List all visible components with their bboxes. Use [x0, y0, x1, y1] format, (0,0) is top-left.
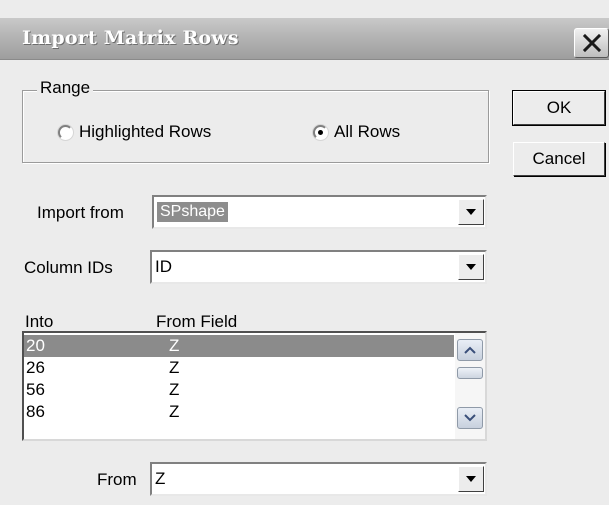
title-bar: Import Matrix Rows — [0, 18, 609, 60]
into-column-header: Into — [25, 312, 54, 331]
import-from-value: SPshape — [157, 202, 228, 222]
column-ids-combo[interactable]: ID — [150, 250, 487, 284]
import-from-dropdown-button[interactable] — [458, 199, 484, 225]
from-combo[interactable]: Z — [150, 462, 487, 496]
into-cell: 86 — [26, 402, 45, 421]
list-item[interactable]: 56 Z — [24, 379, 454, 401]
radio-indicator — [58, 124, 73, 140]
cancel-button[interactable]: Cancel — [513, 142, 605, 176]
radio-all-rows[interactable]: All Rows — [313, 122, 400, 142]
into-cell: 26 — [26, 358, 45, 377]
chevron-down-icon — [465, 470, 477, 488]
radio-label: Highlighted Rows — [79, 122, 212, 141]
from-cell: Z — [169, 380, 180, 399]
radio-label: All Rows — [334, 122, 401, 141]
radio-indicator — [313, 124, 328, 140]
scroll-thumb[interactable] — [457, 367, 483, 379]
scroll-down-button[interactable] — [457, 407, 483, 429]
from-cell: Z — [169, 358, 180, 377]
list-item[interactable]: 86 Z — [24, 401, 454, 423]
from-cell: Z — [169, 402, 180, 421]
chevron-down-icon — [465, 258, 477, 276]
column-ids-label: Column IDs — [24, 258, 113, 277]
dialog-title: Import Matrix Rows — [22, 27, 239, 49]
from-cell: Z — [169, 336, 180, 355]
scroll-down-icon — [464, 409, 476, 427]
close-icon — [582, 33, 602, 53]
scroll-up-icon — [464, 341, 476, 359]
from-field-column-header: From Field — [156, 312, 238, 331]
range-legend: Range — [37, 78, 94, 98]
ok-button[interactable]: OK — [512, 90, 606, 126]
import-matrix-rows-dialog: Import Matrix Rows Range Highlighted Row… — [0, 0, 609, 505]
from-dropdown-button[interactable] — [458, 466, 484, 492]
import-from-combo[interactable]: SPshape — [152, 195, 487, 229]
list-item[interactable]: 20 Z — [24, 335, 454, 357]
from-label: From — [97, 470, 137, 489]
column-ids-dropdown-button[interactable] — [458, 254, 484, 280]
column-ids-value: ID — [155, 257, 172, 276]
list-scrollbar[interactable] — [455, 333, 485, 439]
matrix-rows-list[interactable]: 20 Z 26 Z 56 Z 86 Z — [22, 331, 487, 441]
scroll-up-button[interactable] — [457, 339, 483, 361]
list-item[interactable]: 26 Z — [24, 357, 454, 379]
close-button[interactable] — [574, 28, 609, 58]
from-value: Z — [155, 469, 166, 488]
import-from-label: Import from — [37, 203, 124, 222]
chevron-down-icon — [465, 203, 477, 221]
radio-highlighted-rows[interactable]: Highlighted Rows — [58, 122, 211, 142]
into-cell: 56 — [26, 380, 45, 399]
into-cell: 20 — [26, 336, 45, 355]
